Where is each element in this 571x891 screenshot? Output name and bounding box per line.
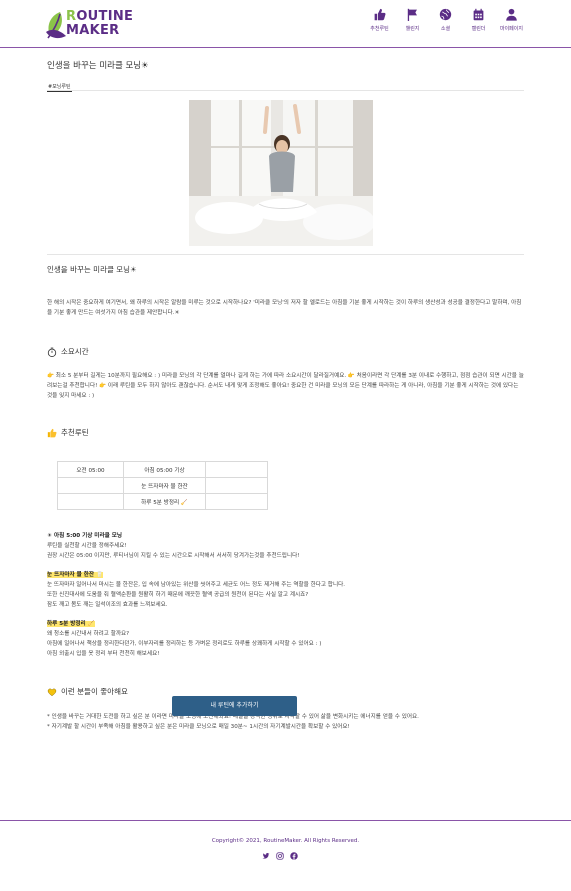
twitter-icon[interactable] <box>262 852 270 860</box>
header: ROUTINE MAKER 추천루틴 챌린지 소셜 캘린더 마이페이지 <box>0 0 571 48</box>
nav-item-social[interactable]: 소셜 <box>429 8 462 32</box>
block-line: 아침 외출시 입을 옷 정리 부터 천천히 해보세요! <box>47 651 160 657</box>
post-title: 인생을 바꾸는 미라클 모닝☀ <box>47 61 149 71</box>
routine-block-1: ☀ 아침 5:00 기상 미라클 모닝 루틴을 실천할 시간을 정해주세요! 권… <box>47 531 524 561</box>
main-nav: 추천루틴 챌린지 소셜 캘린더 마이페이지 <box>363 8 528 32</box>
footer-divider <box>0 820 571 821</box>
flag-icon <box>407 8 417 21</box>
copyright-text: Copyright© 2021, RoutineMaker. All Right… <box>211 838 360 844</box>
block-line: 눈 뜨자마자 일어나서 마시는 물 한잔은, 입 속에 남아있는 위산을 씻어주… <box>47 582 346 588</box>
time-section-title: 소요시간 <box>61 347 89 356</box>
post-image <box>189 100 373 246</box>
nav-item-recommended[interactable]: 추천루틴 <box>363 8 396 32</box>
block-title: ☀ 아침 5:00 기상 미라클 모닝 <box>47 533 122 539</box>
table-cell: 아침 05:00 기상 <box>123 461 206 478</box>
list-item: * 자기계발 할 시간이 부족해 아침을 활용하고 싶은 분은 미라클 모닝으로… <box>47 724 350 730</box>
time-text: 👉 최소 5 분부터 길게는 10분까지 필요해요 : ) 미라클 모닝의 각 … <box>47 373 524 399</box>
nav-label: 추천루틴 <box>370 26 389 32</box>
heart-icon <box>47 687 57 697</box>
divider <box>47 90 524 91</box>
table-cell <box>205 477 268 494</box>
block-line: 또한 신진대사에 도움을 줘 혈액순환을 원활히 하기 때문에 깨끗한 혈액 공… <box>47 592 309 598</box>
nav-item-mypage[interactable]: 마이페이지 <box>495 8 528 32</box>
routine-table: 오전 05:00 아침 05:00 기상 눈 뜨자마자 물 한잔 하루 5분 방… <box>57 461 268 510</box>
post-content: 인생을 바꾸는 미라클 모닝☀ #모닝루틴 인생을 바꾸는 미라클 모닝☀ 한 … <box>47 60 524 730</box>
time-section-heading: 소요시간 <box>47 346 89 357</box>
globe-icon <box>439 8 452 21</box>
post-subtitle: 인생을 바꾸는 미라클 모닝☀ <box>47 265 137 274</box>
social-links <box>262 852 298 860</box>
block-line: 루틴을 실천할 시간을 정해주세요! <box>47 543 127 549</box>
logo-text: ROUTINE MAKER <box>66 10 133 38</box>
block-title: 눈 뜨자마자 물 한잔 🥛 <box>47 572 103 578</box>
nav-label: 챌린지 <box>405 26 420 32</box>
nav-label: 캘린더 <box>471 26 486 32</box>
table-row: 하루 5분 방정리 🧹 <box>57 493 268 510</box>
facebook-icon[interactable] <box>290 852 298 860</box>
block-line: 왜 청소를 시간내서 하려고 할까요? <box>47 631 130 637</box>
logo-line-1: OUTINE <box>76 9 134 24</box>
table-cell: 하루 5분 방정리 🧹 <box>123 493 206 510</box>
logo-letter-r: R <box>66 9 77 24</box>
intro-text: 한 해의 시작은 중요하게 여기면서, 왜 하루의 시작은 알람을 미루는 것으… <box>47 300 522 316</box>
routine-section-heading: 추천루틴 <box>47 427 89 438</box>
calendar-icon <box>473 8 484 21</box>
routine-section-title: 추천루틴 <box>61 428 89 437</box>
table-row: 눈 뜨자마자 물 한잔 <box>57 477 268 494</box>
nav-item-calendar[interactable]: 캘린더 <box>462 8 495 32</box>
thumbs-up-icon <box>374 8 386 21</box>
nav-item-challenge[interactable]: 챌린지 <box>396 8 429 32</box>
routine-block-2: 눈 뜨자마자 물 한잔 🥛 눈 뜨자마자 일어나서 마시는 물 한잔은, 입 속… <box>47 570 524 610</box>
nav-label: 마이페이지 <box>499 26 523 32</box>
stopwatch-icon <box>47 347 57 357</box>
instagram-icon[interactable] <box>276 852 284 860</box>
block-line: 잠도 깨고 몸도 깨는 일석이조의 효과를 느껴보세요. <box>47 602 168 608</box>
table-cell <box>205 493 268 510</box>
block-line: 권장 시간은 05:00 이지만, 루티너님이 지킬 수 있는 시간으로 시작해… <box>47 553 300 559</box>
add-to-my-routine-button[interactable]: 내 루틴에 추가하기 <box>172 696 297 716</box>
table-cell <box>57 477 124 494</box>
audience-section-title: 이런 분들이 좋아해요 <box>61 687 128 696</box>
logo-line-2: MAKER <box>66 23 120 38</box>
block-line: 아침에 일어나서 책상을 정리한다던가, 이부자리를 정리하는 등 가벼운 정리… <box>47 641 322 647</box>
bedroom-photo <box>189 100 373 246</box>
table-cell <box>205 461 268 478</box>
routine-block-3: 하루 5분 방정리 🧹 왜 청소를 시간내서 하려고 할까요? 아침에 일어나서… <box>47 619 524 659</box>
block-title: 하루 5분 방정리 🧹 <box>47 621 95 627</box>
table-cell <box>57 493 124 510</box>
nav-label: 소셜 <box>440 26 451 32</box>
table-row: 오전 05:00 아침 05:00 기상 <box>57 461 268 478</box>
thumbs-up-emoji-icon <box>47 428 57 438</box>
audience-section-heading: 이런 분들이 좋아해요 <box>47 686 128 697</box>
user-icon <box>506 8 517 21</box>
divider <box>47 254 524 255</box>
logo[interactable]: ROUTINE MAKER <box>44 8 133 42</box>
table-cell: 눈 뜨자마자 물 한잔 <box>123 477 206 494</box>
table-cell: 오전 05:00 <box>57 461 124 478</box>
